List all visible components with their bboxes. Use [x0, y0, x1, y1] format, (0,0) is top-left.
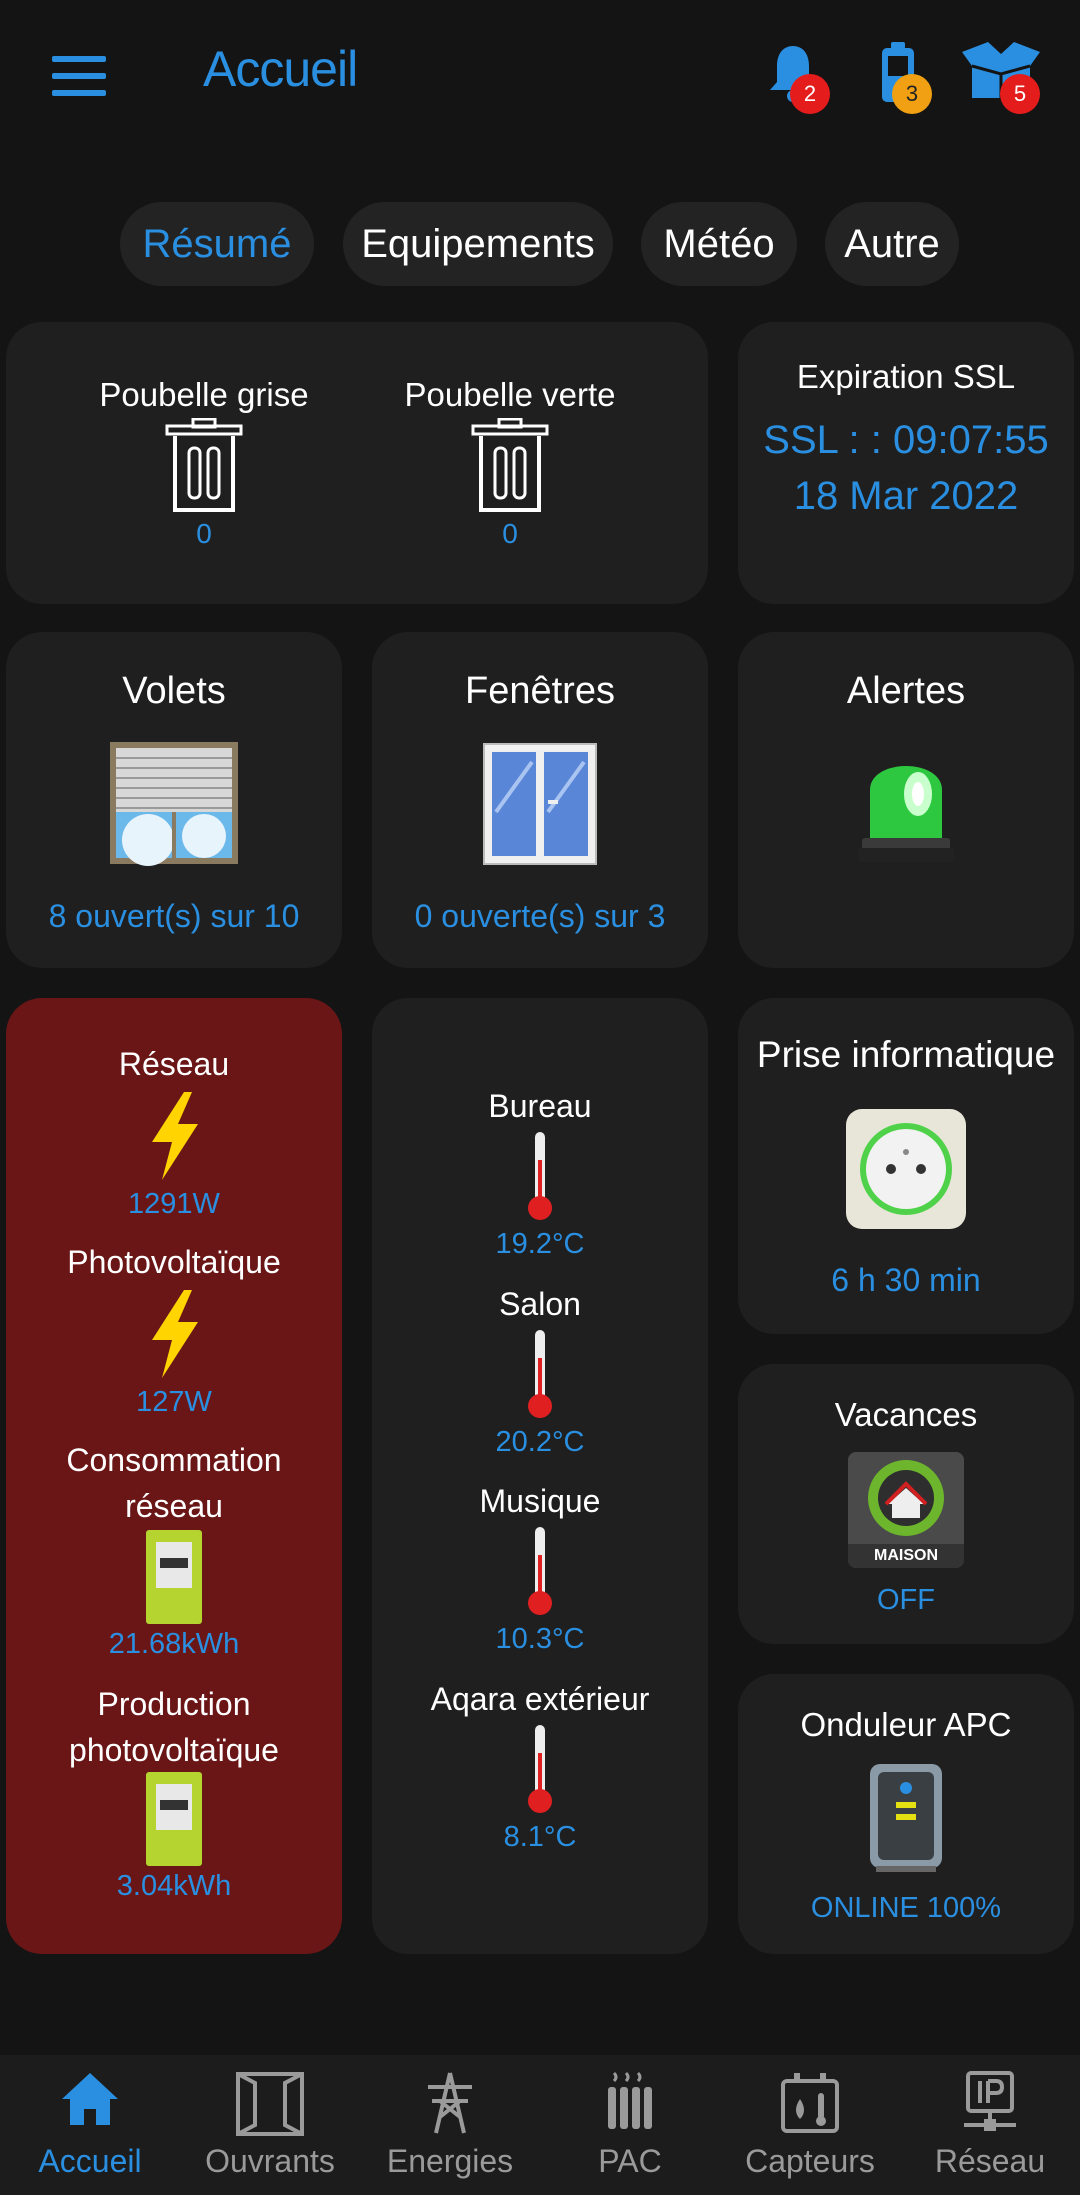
tab-autre[interactable]: Autre — [825, 202, 959, 286]
temp-value: 10.3°C — [495, 1623, 585, 1655]
volets-card[interactable]: Volets 8 ouvert(s) sur 10 — [6, 632, 342, 968]
tab-meteo[interactable]: Météo — [641, 202, 797, 286]
volets-value: 8 ouvert(s) sur 10 — [48, 898, 300, 934]
temperatures-card[interactable]: Bureau 19.2°C Salon 20.2°C Musique 10.3°… — [372, 998, 708, 1954]
menu-icon[interactable] — [52, 56, 106, 96]
window-icon — [483, 743, 597, 865]
window-frame-icon — [236, 2072, 304, 2136]
bottom-navigation: Accueil Ouvrants Energies PAC Capteurs R… — [0, 2055, 1080, 2195]
temp-bureau: Bureau 19.2°C — [372, 1088, 708, 1268]
electric-meter-icon — [146, 1530, 202, 1624]
nav-reseau[interactable]: Réseau — [900, 2055, 1080, 2195]
home-icon — [62, 2073, 118, 2125]
nav-label: Capteurs — [745, 2143, 875, 2179]
nav-label: Ouvrants — [205, 2143, 335, 2179]
temp-value: 8.1°C — [503, 1821, 577, 1853]
conso-label-1: Consommation — [66, 1442, 282, 1478]
temp-value: 20.2°C — [495, 1426, 585, 1458]
prise-card[interactable]: Prise informatique 6 h 30 min — [738, 998, 1074, 1334]
temp-salon: Salon 20.2°C — [372, 1286, 708, 1466]
vacances-value: OFF — [877, 1584, 935, 1616]
ups-icon — [870, 1764, 942, 1872]
reseau-value: 1291W — [128, 1188, 220, 1220]
thermometer-icon — [528, 1330, 552, 1418]
pv-label: Photovoltaïque — [67, 1244, 281, 1280]
poubelle-verte-value: 0 — [502, 518, 518, 549]
nav-label: PAC — [598, 2143, 662, 2179]
lightning-icon — [152, 1092, 198, 1180]
prise-value: 6 h 30 min — [831, 1262, 981, 1298]
tab-equipements[interactable]: Equipements — [343, 202, 613, 286]
radiator-icon — [608, 2071, 652, 2129]
poubelles-card[interactable]: Poubelle grise 0 Poubelle verte 0 — [6, 322, 708, 604]
battery-button[interactable]: 3 — [876, 38, 946, 118]
thermometer-icon — [528, 1527, 552, 1615]
fenetres-card[interactable]: Fenêtres 0 ouverte(s) sur 3 — [372, 632, 708, 968]
electric-meter-icon — [146, 1772, 202, 1866]
notifications-button[interactable]: 2 — [765, 38, 835, 118]
lightning-icon — [152, 1290, 198, 1378]
temp-label: Aqara extérieur — [430, 1681, 650, 1717]
nav-label: Energies — [386, 2143, 514, 2179]
pv-value: 127W — [136, 1386, 212, 1418]
prise-title: Prise informatique — [756, 1034, 1056, 1075]
ssl-card[interactable]: Expiration SSL SSL : : 09:07:55 18 Mar 2… — [738, 322, 1074, 604]
battery-badge: 3 — [892, 74, 932, 114]
prod-label-2: photovoltaïque — [69, 1732, 279, 1768]
nav-capteurs[interactable]: Capteurs — [720, 2055, 900, 2195]
onduleur-title: Onduleur APC — [800, 1706, 1012, 1743]
power-outlet-icon — [846, 1109, 966, 1229]
app-header: Accueil 2 3 5 — [0, 0, 1080, 150]
trash-icon — [165, 418, 243, 512]
energie-card[interactable]: Réseau 1291W Photovoltaïque 127W Consomm… — [6, 998, 342, 1954]
nav-ouvrants[interactable]: Ouvrants — [180, 2055, 360, 2195]
temp-value: 19.2°C — [495, 1228, 585, 1260]
alertes-title: Alertes — [846, 670, 966, 712]
sensors-icon — [781, 2073, 839, 2133]
fenetres-title: Fenêtres — [465, 670, 615, 712]
roller-shutter-icon — [110, 742, 238, 866]
temp-musique: Musique 10.3°C — [372, 1483, 708, 1663]
tab-resume[interactable]: Résumé — [120, 202, 314, 286]
temp-label: Musique — [479, 1483, 601, 1519]
prod-value: 3.04kWh — [116, 1870, 232, 1902]
volets-title: Volets — [122, 670, 226, 712]
temp-label: Bureau — [488, 1088, 592, 1124]
nav-pac[interactable]: PAC — [540, 2055, 720, 2195]
nav-label: Réseau — [934, 2143, 1046, 2179]
ssl-date: 18 Mar 2022 — [793, 474, 1019, 518]
vacances-title: Vacances — [834, 1396, 978, 1433]
thermometer-icon — [528, 1725, 552, 1813]
prod-label-1: Production — [97, 1686, 251, 1722]
alarm-siren-icon — [858, 766, 954, 862]
notifications-badge: 2 — [790, 74, 830, 114]
poubelle-verte-label: Poubelle verte — [404, 376, 616, 413]
ssl-title: Expiration SSL — [796, 358, 1016, 395]
power-pylon-icon — [428, 2072, 472, 2134]
fenetres-value: 0 ouverte(s) sur 3 — [414, 898, 666, 934]
nav-energies[interactable]: Energies — [360, 2055, 540, 2195]
conso-value: 21.68kWh — [108, 1628, 240, 1660]
packages-button[interactable]: 5 — [958, 38, 1048, 118]
thermometer-icon — [528, 1132, 552, 1220]
conso-label-2: réseau — [125, 1488, 223, 1524]
ip-network-icon — [964, 2071, 1016, 2131]
reseau-label: Réseau — [118, 1046, 230, 1082]
page-title: Accueil — [203, 41, 358, 97]
packages-badge: 5 — [1000, 74, 1040, 114]
maison-mode-icon: MAISON — [848, 1452, 964, 1568]
ssl-time: SSL : : 09:07:55 — [763, 418, 1049, 462]
alertes-card[interactable]: Alertes — [738, 632, 1074, 968]
poubelle-verte: Poubelle verte 0 — [312, 322, 708, 604]
onduleur-value: ONLINE 100% — [810, 1892, 1002, 1924]
trash-icon — [471, 418, 549, 512]
vacances-card[interactable]: Vacances MAISON OFF — [738, 1364, 1074, 1644]
maison-logo-text: MAISON — [848, 1544, 964, 1568]
temp-aqara-exterieur: Aqara extérieur 8.1°C — [372, 1681, 708, 1861]
nav-accueil[interactable]: Accueil — [0, 2055, 180, 2195]
temp-label: Salon — [499, 1286, 581, 1322]
onduleur-card[interactable]: Onduleur APC ONLINE 100% — [738, 1674, 1074, 1954]
nav-label: Accueil — [38, 2143, 142, 2179]
